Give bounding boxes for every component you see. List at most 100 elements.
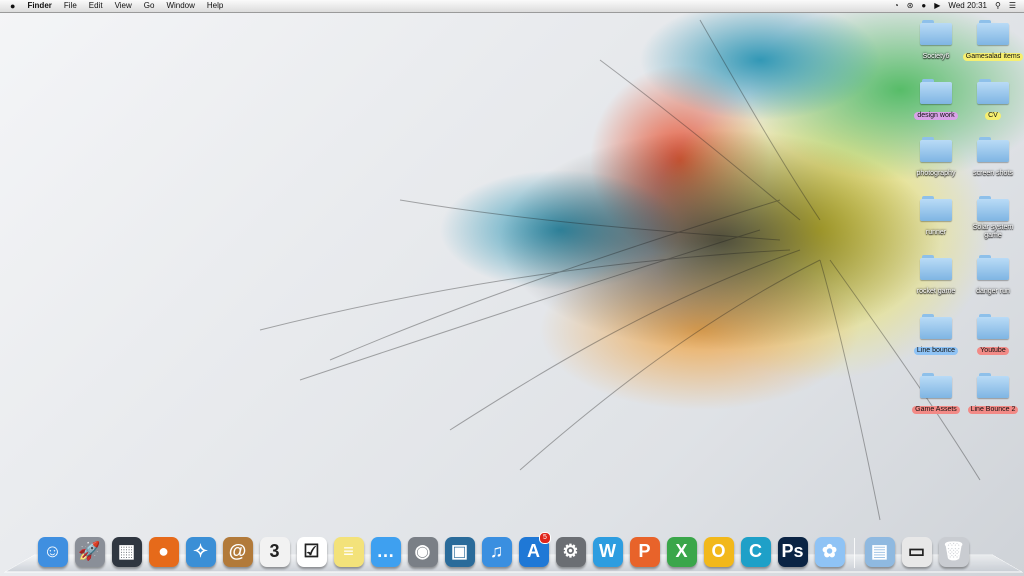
finder-dock-item[interactable]: ☺ — [36, 535, 69, 568]
preview-stack-dock-item[interactable]: ▭ — [900, 535, 933, 568]
itunes-dock-item[interactable]: ♫ — [480, 535, 513, 568]
address-book-dock-item[interactable]: @ — [221, 535, 254, 568]
desktop-folder[interactable]: Line bounce — [905, 314, 967, 357]
preview-stack-icon: ▭ — [901, 536, 932, 567]
desktop-folder[interactable]: CV — [962, 79, 1024, 122]
excel-icon: X — [666, 536, 697, 567]
reminders-dock-item[interactable]: ☑ — [295, 535, 328, 568]
word-dock-item[interactable]: W — [591, 535, 624, 568]
launchpad-icon: 🚀 — [74, 536, 105, 567]
safari-icon: ✧ — [185, 536, 216, 567]
desktop-folder-label: photography — [916, 170, 956, 177]
dock: ☺ 🚀 ▦ ● ✧ @3 ☑ ≡… ◉ ▣ ♫ A 5 ⚙ W P X O C Ps ✿ ▤ ▭ 🗑 — [36, 528, 974, 568]
desktop-folder[interactable]: photography — [905, 137, 967, 180]
desktop-folder-label: Solar system game — [972, 224, 1014, 239]
desktop-folder-label: Game Assets — [912, 406, 960, 414]
desktop-folder-label: danger run — [976, 288, 1010, 295]
desktop-folder[interactable]: Society6 — [905, 20, 967, 63]
word-icon: W — [592, 536, 623, 567]
menu-view[interactable]: View — [115, 0, 132, 12]
trash-icon: 🗑 — [938, 536, 969, 567]
iphoto-icon: ▣ — [444, 536, 475, 567]
notification-center-icon[interactable]: ☰ — [1009, 0, 1016, 12]
apple-menu-icon[interactable]: ● — [10, 0, 15, 12]
system-preferences-icon: ⚙ — [555, 536, 586, 567]
notes-icon: ≡ — [333, 536, 364, 567]
messages-dock-item[interactable]: … — [369, 535, 402, 568]
desktop-folder[interactable]: Line Bounce 2 — [962, 373, 1024, 416]
downloads-folder-icon: ▤ — [864, 536, 895, 567]
volume-icon[interactable]: ▶ — [934, 0, 940, 12]
desktop-folder-label: design work — [914, 112, 958, 120]
menu-edit[interactable]: Edit — [89, 0, 103, 12]
app-store-dock-item[interactable]: A5 — [517, 532, 551, 568]
desktop-folder-label: Gamesalad items — [962, 53, 1024, 61]
photoshop-dock-item[interactable]: Ps — [776, 535, 809, 568]
desktop-wallpaper — [259, 0, 1024, 521]
mission-control-dock-item[interactable]: ▦ — [110, 535, 143, 568]
menu-help[interactable]: Help — [207, 0, 223, 12]
iphoto-dock-item[interactable]: ▣ — [443, 535, 476, 568]
outlook-dock-item[interactable]: O — [702, 535, 735, 568]
folder-icon — [920, 79, 952, 104]
desktop-folder[interactable]: Gamesalad items — [962, 20, 1024, 63]
folder-icon — [977, 196, 1009, 221]
safari-dock-item[interactable]: ✧ — [184, 535, 217, 568]
outlook-icon: O — [703, 536, 734, 567]
desktop-folder[interactable]: screen shots — [962, 137, 1024, 180]
reminders-icon: ☑ — [296, 536, 327, 567]
folder-icon — [977, 79, 1009, 104]
folder-icon — [920, 255, 952, 280]
wifi-icon[interactable]: ● — [921, 0, 926, 12]
powerpoint-dock-item[interactable]: P — [628, 535, 661, 568]
firefox-dock-item[interactable]: ● — [147, 535, 180, 568]
menu-bar: ● Finder File Edit View Go Window Help ◔… — [0, 0, 1024, 13]
launchpad-dock-item[interactable]: 🚀 — [73, 535, 106, 568]
facetime-icon: ◉ — [407, 536, 438, 567]
menu-go[interactable]: Go — [144, 0, 155, 12]
excel-dock-item[interactable]: X — [665, 535, 698, 568]
desktop-folder[interactable]: danger run — [962, 255, 1024, 298]
dock-separator — [854, 538, 855, 568]
desktop-folder[interactable]: rocket game — [905, 255, 967, 298]
spotlight-search-icon[interactable]: ⚲ — [995, 0, 1001, 12]
messages-icon: … — [370, 536, 401, 567]
desktop-folder-label: Line bounce — [913, 347, 959, 355]
folder-icon — [920, 20, 952, 45]
calendar-icon: 3 — [259, 536, 290, 567]
trash-dock-item[interactable]: 🗑 — [937, 535, 970, 568]
bluetooth-icon[interactable]: ⊛ — [907, 0, 914, 12]
facetime-dock-item[interactable]: ◉ — [406, 535, 439, 568]
firefox-icon: ● — [148, 536, 179, 567]
folder-icon — [977, 255, 1009, 280]
gamesalad-dock-item[interactable]: ✿ — [813, 535, 846, 568]
folder-icon — [920, 196, 952, 221]
menu-file[interactable]: File — [64, 0, 77, 12]
communicator-dock-item[interactable]: C — [739, 535, 772, 568]
desktop-folder-label: rocket game — [916, 288, 956, 295]
folder-icon — [977, 20, 1009, 45]
desktop-folder[interactable]: Youtube — [962, 314, 1024, 357]
desktop-folder[interactable]: Solar system game — [962, 196, 1024, 242]
desktop-folder-label: screen shots — [973, 170, 1013, 177]
menu-window[interactable]: Window — [166, 0, 194, 12]
folder-icon — [977, 314, 1009, 339]
folder-icon — [920, 137, 952, 162]
folder-icon — [920, 373, 952, 398]
gamesalad-icon: ✿ — [814, 536, 845, 567]
desktop-folder-label: runner — [925, 229, 947, 236]
menu-clock[interactable]: Wed 20:31 — [948, 0, 987, 12]
time-machine-icon[interactable]: ◔ — [894, 0, 899, 12]
desktop-folder-label: CV — [985, 112, 1001, 120]
folder-icon — [920, 314, 952, 339]
calendar-dock-item[interactable]: 3 — [258, 535, 291, 568]
notes-dock-item[interactable]: ≡ — [332, 535, 365, 568]
system-preferences-dock-item[interactable]: ⚙ — [554, 535, 587, 568]
menu-app-name[interactable]: Finder — [27, 0, 51, 12]
desktop-folder[interactable]: runner — [905, 196, 967, 239]
finder-icon: ☺ — [37, 536, 68, 567]
mission-control-icon: ▦ — [111, 536, 142, 567]
desktop-folder[interactable]: Game Assets — [905, 373, 967, 416]
desktop-folder[interactable]: design work — [905, 79, 967, 122]
downloads-folder-dock-item[interactable]: ▤ — [863, 535, 896, 568]
